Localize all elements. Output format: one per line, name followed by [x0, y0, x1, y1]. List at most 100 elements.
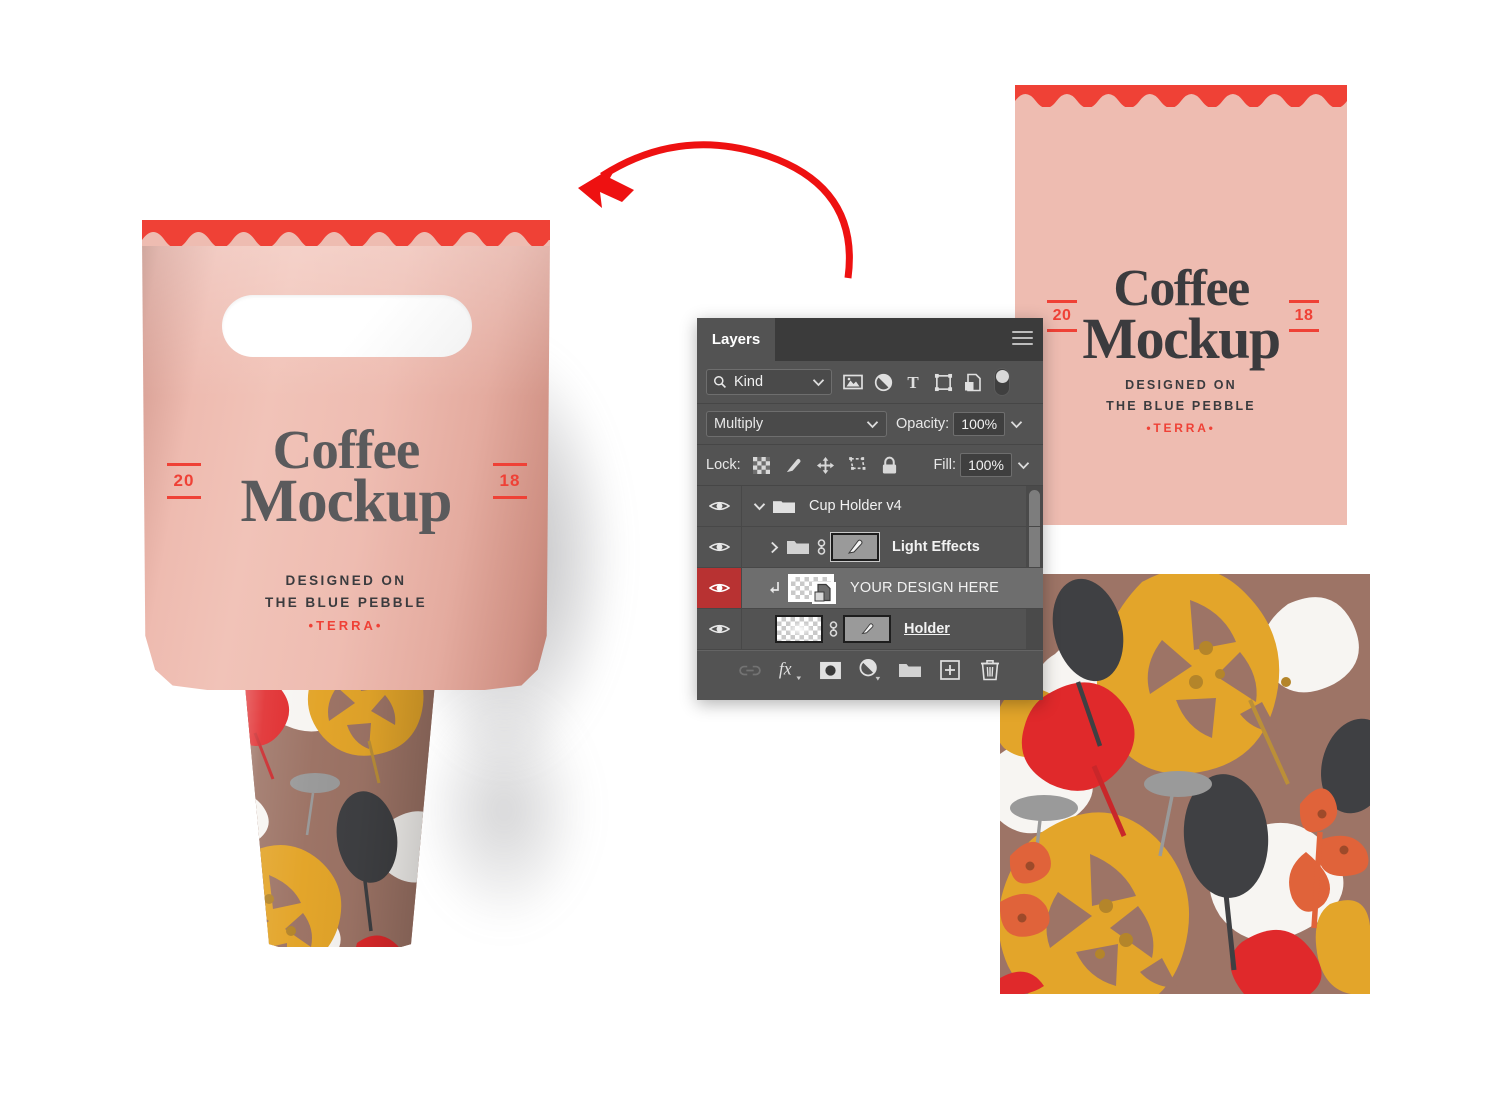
filter-enable-toggle[interactable] [994, 368, 1010, 396]
layer-visibility-toggle[interactable] [697, 527, 742, 567]
link-layers-button[interactable] [733, 655, 767, 685]
type-layer-icon[interactable]: T [898, 369, 928, 395]
flat-year-right: 18 [1287, 300, 1321, 332]
blend-mode-value: Multiply [714, 416, 764, 432]
fill-label: Fill: [933, 457, 956, 473]
smart-object-icon[interactable] [958, 369, 988, 395]
chevron-down-icon[interactable] [812, 378, 825, 387]
filter-type-icons: T [838, 369, 988, 395]
mask-icon [819, 661, 841, 679]
link-icon [739, 665, 761, 675]
new-adjustment-layer-button[interactable] [853, 655, 887, 685]
group-expand-toggle[interactable] [748, 502, 770, 511]
link-mask-icon[interactable] [823, 619, 843, 639]
layer-name: Holder [904, 621, 950, 637]
year-left-text: 20 [173, 471, 195, 490]
clipping-mask-arrow-icon [766, 581, 784, 595]
holder-handle-cutout [222, 295, 472, 357]
year-right-text: 18 [499, 471, 521, 490]
scalloped-red-edge [142, 220, 550, 246]
flat-year-left-text: 20 [1052, 307, 1072, 324]
link-mask-icon[interactable] [811, 537, 831, 557]
flat-tagline-line1: DESIGNED ON [1125, 378, 1237, 392]
curved-arrow-annotation [578, 141, 853, 279]
tagline-line3: •TERRA• [308, 617, 384, 633]
mask-brush-glyph [861, 623, 874, 635]
pattern-artwork [1000, 574, 1370, 994]
eye-icon [708, 542, 730, 552]
chevron-down-icon[interactable] [866, 420, 879, 429]
search-icon [714, 376, 727, 389]
delete-layer-button[interactable] [973, 655, 1007, 685]
flat-year-right-text: 18 [1294, 307, 1314, 324]
tropical-pattern-swatch [1000, 574, 1370, 994]
year-right: 18 [490, 463, 530, 499]
filter-kind-label: Kind [734, 374, 764, 390]
hamburger-menu-icon[interactable] [1012, 331, 1033, 349]
cup-shading [243, 655, 437, 947]
add-layer-mask-button[interactable] [813, 655, 847, 685]
canvas: Coffee Mockup 20 18 DESIGNED ON THE BLUE… [0, 0, 1500, 1096]
plus-square-icon [940, 660, 960, 680]
chevron-right-icon [770, 541, 778, 553]
lock-all-icon[interactable] [876, 452, 904, 478]
shape-layer-icon[interactable] [928, 369, 958, 395]
opacity-chevron-down-icon[interactable] [1005, 412, 1027, 436]
lock-artboard-icon[interactable] [844, 452, 872, 478]
layer-row-cup-holder-v4[interactable]: Cup Holder v4 [697, 486, 1043, 527]
layers-panel-footer: fx [697, 650, 1043, 689]
fill-chevron-down-icon[interactable] [1012, 453, 1034, 477]
group-expand-toggle[interactable] [763, 541, 785, 554]
folder-icon [899, 664, 921, 677]
fill-input[interactable]: 100% [960, 453, 1012, 477]
mask-brush-glyph [847, 539, 863, 554]
layer-visibility-toggle[interactable] [697, 568, 742, 608]
svg-text:T: T [907, 373, 919, 391]
new-group-button[interactable] [893, 655, 927, 685]
smart-object-badge-icon [812, 582, 836, 604]
layer-style-button[interactable]: fx [773, 655, 807, 685]
paper-cup [243, 655, 437, 947]
blend-mode-select[interactable]: Multiply [706, 411, 887, 437]
layer-row-light-effects[interactable]: Light Effects [697, 527, 1043, 568]
lock-image-icon[interactable] [780, 452, 808, 478]
flat-year-left: 20 [1045, 300, 1079, 332]
eye-icon [708, 583, 730, 593]
layers-panel-tabbar: Layers [697, 318, 1043, 361]
chevron-down-icon [753, 502, 765, 510]
layer-mask-thumbnail[interactable] [830, 532, 880, 562]
layer-name: Light Effects [892, 539, 980, 555]
svg-text:fx: fx [779, 659, 792, 679]
blend-mode-row: Multiply Opacity: 100% [697, 404, 1043, 445]
transparent-layer-thumbnail[interactable] [775, 615, 823, 643]
flat-design-artboard: Coffee Mockup 20 18 DESIGNED ON THE BLUE… [1015, 85, 1347, 525]
layer-filter-row: Kind T [697, 361, 1043, 404]
folder-icon [785, 538, 811, 556]
layer-name: Cup Holder v4 [809, 498, 902, 514]
opacity-input[interactable]: 100% [953, 412, 1006, 436]
smart-object-thumbnail-selected[interactable] [784, 570, 844, 606]
trash-icon [981, 660, 999, 681]
layers-list[interactable]: Cup Holder v4 Light Effects YOUR DESIGN … [697, 486, 1043, 650]
layer-visibility-toggle[interactable] [697, 486, 742, 526]
year-left: 20 [164, 463, 204, 499]
lock-transparency-icon[interactable] [748, 452, 776, 478]
layer-row-holder[interactable]: Holder [697, 609, 1043, 650]
tagline-line2: THE BLUE PEBBLE [264, 595, 427, 611]
lock-label: Lock: [706, 457, 741, 473]
layer-mask-thumbnail[interactable] [843, 615, 891, 643]
flat-tagline: DESIGNED ON THE BLUE PEBBLE •TERRA• [1015, 375, 1347, 438]
filter-kind-select[interactable]: Kind [706, 369, 832, 395]
layer-visibility-toggle[interactable] [697, 609, 742, 649]
layer-name: YOUR DESIGN HERE [850, 580, 1000, 596]
holder-tagline: DESIGNED ON THE BLUE PEBBLE •TERRA• [142, 570, 550, 636]
lock-position-icon[interactable] [812, 452, 840, 478]
layer-row-your-design-here[interactable]: YOUR DESIGN HERE [697, 568, 1043, 609]
layers-panel[interactable]: Layers Kind T Multiply Opacity: 100% Loc… [697, 318, 1043, 700]
new-layer-button[interactable] [933, 655, 967, 685]
folder-open-icon [770, 497, 798, 515]
half-circle-icon [859, 659, 881, 681]
adjustment-layer-icon[interactable] [868, 369, 898, 395]
tab-layers[interactable]: Layers [697, 318, 775, 361]
pixel-layer-icon[interactable] [838, 369, 868, 395]
